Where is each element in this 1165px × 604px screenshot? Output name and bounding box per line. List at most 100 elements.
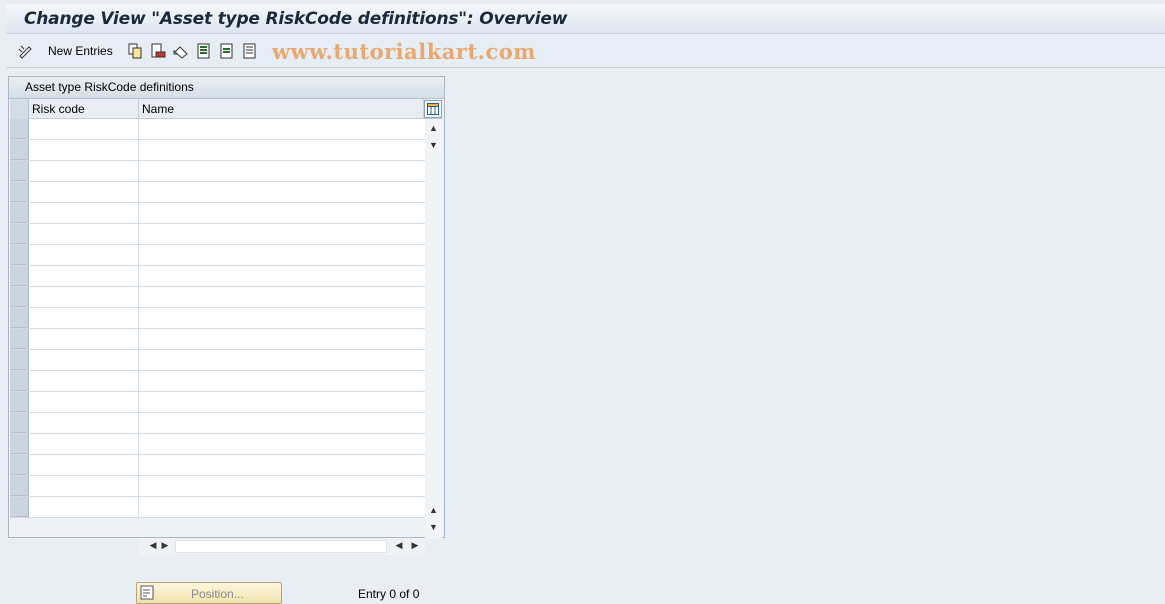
name-cell[interactable] <box>139 413 425 433</box>
scroll-down-icon[interactable]: ▼ <box>427 520 440 534</box>
risk-code-cell[interactable] <box>29 350 139 370</box>
watermark-text: www.tutorialkart.com <box>272 39 536 64</box>
copy-icon[interactable] <box>127 43 143 59</box>
name-cell[interactable] <box>139 182 425 202</box>
name-cell[interactable] <box>139 308 425 328</box>
row-selector[interactable] <box>10 182 29 202</box>
horizontal-scroll-track[interactable] <box>175 540 387 553</box>
column-header-name[interactable]: Name <box>139 99 424 119</box>
risk-code-cell[interactable] <box>29 392 139 412</box>
page-down-icon[interactable]: ▼ <box>427 138 440 152</box>
name-cell[interactable] <box>139 266 425 286</box>
table-body <box>10 119 425 518</box>
risk-code-cell[interactable] <box>29 476 139 496</box>
new-entries-button[interactable]: New Entries <box>48 44 113 58</box>
scroll-right-end-icon[interactable]: ▶ <box>409 540 421 551</box>
risk-code-cell[interactable] <box>29 161 139 181</box>
row-selector[interactable] <box>10 287 29 307</box>
row-selector[interactable] <box>10 329 29 349</box>
name-cell[interactable] <box>139 476 425 496</box>
name-cell[interactable] <box>139 161 425 181</box>
name-cell[interactable] <box>139 287 425 307</box>
undo-icon[interactable] <box>173 43 189 59</box>
row-selector[interactable] <box>10 476 29 496</box>
name-cell[interactable] <box>139 371 425 391</box>
table-header-row: Risk code Name <box>10 99 442 119</box>
row-selector[interactable] <box>10 245 29 265</box>
row-selector[interactable] <box>10 497 29 517</box>
table-title: Asset type RiskCode definitions <box>9 77 444 99</box>
scroll-up-icon[interactable]: ▲ <box>427 121 440 135</box>
display-change-icon[interactable] <box>18 43 34 59</box>
risk-code-cell[interactable] <box>29 140 139 160</box>
risk-code-cell[interactable] <box>29 434 139 454</box>
application-toolbar: New Entries www.tutorialkart.com <box>6 36 1165 68</box>
row-selector[interactable] <box>10 371 29 391</box>
page-title: Change View "Asset type RiskCode definit… <box>24 9 568 29</box>
table-row <box>10 434 425 455</box>
name-cell[interactable] <box>139 350 425 370</box>
scroll-left-end-icon[interactable]: ◀ <box>393 540 405 551</box>
name-cell[interactable] <box>139 497 425 517</box>
name-cell[interactable] <box>139 140 425 160</box>
table-row <box>10 476 425 497</box>
row-selector[interactable] <box>10 350 29 370</box>
risk-code-cell[interactable] <box>29 497 139 517</box>
table-row <box>10 119 425 140</box>
risk-code-cell[interactable] <box>29 119 139 139</box>
risk-code-cell[interactable] <box>29 287 139 307</box>
row-selector[interactable] <box>10 161 29 181</box>
row-selector[interactable] <box>10 455 29 475</box>
row-selector[interactable] <box>10 119 29 139</box>
row-selector[interactable] <box>10 413 29 433</box>
page-up-icon[interactable]: ▲ <box>427 503 440 517</box>
name-cell[interactable] <box>139 224 425 244</box>
risk-code-cell[interactable] <box>29 266 139 286</box>
risk-code-cell[interactable] <box>29 203 139 223</box>
risk-code-cell[interactable] <box>29 245 139 265</box>
column-header-risk-code[interactable]: Risk code <box>29 99 139 119</box>
select-all-rows-button[interactable] <box>10 99 29 119</box>
select-block-icon[interactable] <box>219 43 235 59</box>
horizontal-scrollbar[interactable]: ◀ ▶ ◀ ▶ <box>139 538 425 555</box>
delete-icon[interactable] <box>150 43 166 59</box>
title-bar: Change View "Asset type RiskCode definit… <box>6 4 1165 34</box>
scroll-left-icon[interactable]: ◀ <box>147 540 159 551</box>
table-row <box>10 371 425 392</box>
risk-code-cell[interactable] <box>29 371 139 391</box>
table-row <box>10 203 425 224</box>
position-button[interactable]: Position... <box>136 582 282 604</box>
row-selector[interactable] <box>10 224 29 244</box>
name-cell[interactable] <box>139 434 425 454</box>
table-row <box>10 140 425 161</box>
vertical-scrollbar[interactable]: ▲ ▼ ▲ ▼ <box>425 119 442 539</box>
deselect-all-icon[interactable] <box>242 43 258 59</box>
name-cell[interactable] <box>139 329 425 349</box>
name-cell[interactable] <box>139 245 425 265</box>
risk-code-cell[interactable] <box>29 329 139 349</box>
risk-code-cell[interactable] <box>29 182 139 202</box>
name-cell[interactable] <box>139 455 425 475</box>
entry-counter: Entry 0 of 0 <box>358 587 420 601</box>
row-selector[interactable] <box>10 266 29 286</box>
select-all-icon[interactable] <box>196 43 212 59</box>
table-row <box>10 308 425 329</box>
row-selector[interactable] <box>10 434 29 454</box>
position-icon <box>140 585 156 601</box>
risk-code-cell[interactable] <box>29 413 139 433</box>
table-row <box>10 455 425 476</box>
risk-code-cell[interactable] <box>29 455 139 475</box>
row-selector[interactable] <box>10 308 29 328</box>
row-selector[interactable] <box>10 203 29 223</box>
risk-code-cell[interactable] <box>29 308 139 328</box>
table-row <box>10 182 425 203</box>
scroll-right-icon[interactable]: ▶ <box>159 540 171 551</box>
row-selector[interactable] <box>10 392 29 412</box>
risk-code-cell[interactable] <box>29 224 139 244</box>
name-cell[interactable] <box>139 203 425 223</box>
name-cell[interactable] <box>139 119 425 139</box>
table-settings-icon[interactable] <box>424 100 442 118</box>
position-button-label: Position... <box>191 587 244 601</box>
row-selector[interactable] <box>10 140 29 160</box>
name-cell[interactable] <box>139 392 425 412</box>
